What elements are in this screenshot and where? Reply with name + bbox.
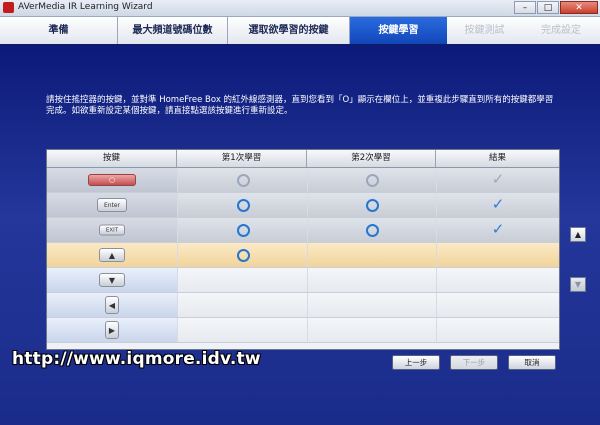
tab-finish: 完成設定 [541,25,581,36]
cancel-button[interactable]: 取消 [508,355,556,370]
result-cell [436,243,559,267]
table-row[interactable]: ◀ [47,293,559,318]
title-bar: AVerMedia IR Learning Wizard – □ ✕ [0,0,600,17]
exit-key-icon[interactable]: EXIT [99,224,125,236]
checkmark-icon: ✓ [491,170,505,189]
table-row[interactable]: Enter ✓ [47,193,559,218]
watermark-url: http://www.iqmore.idv.tw [12,349,261,369]
left-arrow-key-icon[interactable]: ◀ [105,296,119,314]
scroll-up-button[interactable]: ▲ [570,227,586,242]
key-cell: ○ [47,168,177,192]
second-learn-cell [307,218,436,242]
maximize-button[interactable]: □ [537,1,559,14]
key-cell: ▲ [47,243,177,267]
second-learn-cell [307,268,436,292]
checkmark-icon: ✓ [491,195,505,214]
column-header-first-learn: 第1次學習 [177,150,307,167]
right-arrow-key-icon[interactable]: ▶ [105,321,119,339]
wizard-step-bar: 準備 最大頻道號碼位數 選取欲學習的按鍵 按鍵學習 按鍵測試 完成設定 [0,17,600,46]
first-learn-cell [177,268,307,292]
result-cell [436,318,559,342]
checkmark-icon: ✓ [491,220,505,239]
column-header-result: 結果 [488,153,506,163]
column-header-key: 按鍵 [47,150,177,167]
result-cell [436,268,559,292]
first-learn-cell [177,168,307,192]
learned-circle-icon [236,174,250,187]
key-cell: Enter [47,193,177,217]
tab-key-test: 按鍵測試 [464,25,505,36]
table-row[interactable]: ▼ [47,268,559,293]
table-row-selected[interactable]: ▲ [47,243,559,268]
learned-circle-icon [366,224,379,237]
second-learn-cell [307,168,436,192]
learned-circle-icon [236,224,250,237]
up-arrow-key-icon[interactable]: ▲ [99,248,125,262]
next-button: 下一步 [450,355,498,370]
column-header-second-learn: 第2次學習 [307,150,436,167]
result-cell: ✓ [436,168,559,192]
key-cell: EXIT [47,218,177,242]
power-key-icon[interactable]: ○ [88,174,136,186]
first-learn-cell [177,293,307,317]
key-cell: ▼ [47,268,177,292]
second-learn-cell [307,318,436,342]
learned-circle-icon [366,174,379,187]
key-cell: ◀ [47,293,177,317]
enter-key-icon[interactable]: Enter [97,198,127,212]
tab-max-channel-digits[interactable]: 最大頻道號碼位數 [118,17,228,44]
tab-select-keys[interactable]: 選取欲學習的按鍵 [228,17,350,44]
result-cell: ✓ [436,193,559,217]
result-cell: ✓ [436,218,559,242]
second-learn-cell [307,243,436,267]
window-title: AVerMedia IR Learning Wizard [18,2,153,12]
minimize-button[interactable]: – [514,1,536,14]
first-learn-cell [177,243,307,267]
scroll-down-button[interactable]: ▼ [570,277,586,292]
first-learn-cell [177,218,307,242]
first-learn-cell [177,193,307,217]
close-button[interactable]: ✕ [560,1,598,14]
second-learn-cell [307,193,436,217]
tab-key-learning[interactable]: 按鍵學習 [350,17,447,44]
learned-circle-icon [236,199,250,212]
table-header: 按鍵 第1次學習 第2次學習 結果 [47,150,559,168]
learned-circle-icon [366,199,379,212]
window-controls: – □ ✕ [514,1,598,14]
table-row[interactable]: ▶ [47,318,559,343]
result-cell [436,293,559,317]
instructions-text: 請按住搖控器的按鍵，並對準 HomeFree Box 的紅外線感測器，直到您看到… [46,95,554,116]
tab-prepare[interactable]: 準備 [0,17,118,44]
key-cell: ▶ [47,318,177,342]
learned-circle-icon [236,249,250,262]
app-icon [3,2,14,13]
back-button[interactable]: 上一步 [392,355,440,370]
down-arrow-key-icon[interactable]: ▼ [99,273,125,287]
second-learn-cell [307,293,436,317]
key-learning-table: 按鍵 第1次學習 第2次學習 結果 ○ ✓ Enter ✓ EXIT ✓ ▲ ▼… [46,149,560,350]
table-row[interactable]: ○ ✓ [47,168,559,193]
first-learn-cell [177,318,307,342]
table-row[interactable]: EXIT ✓ [47,218,559,243]
